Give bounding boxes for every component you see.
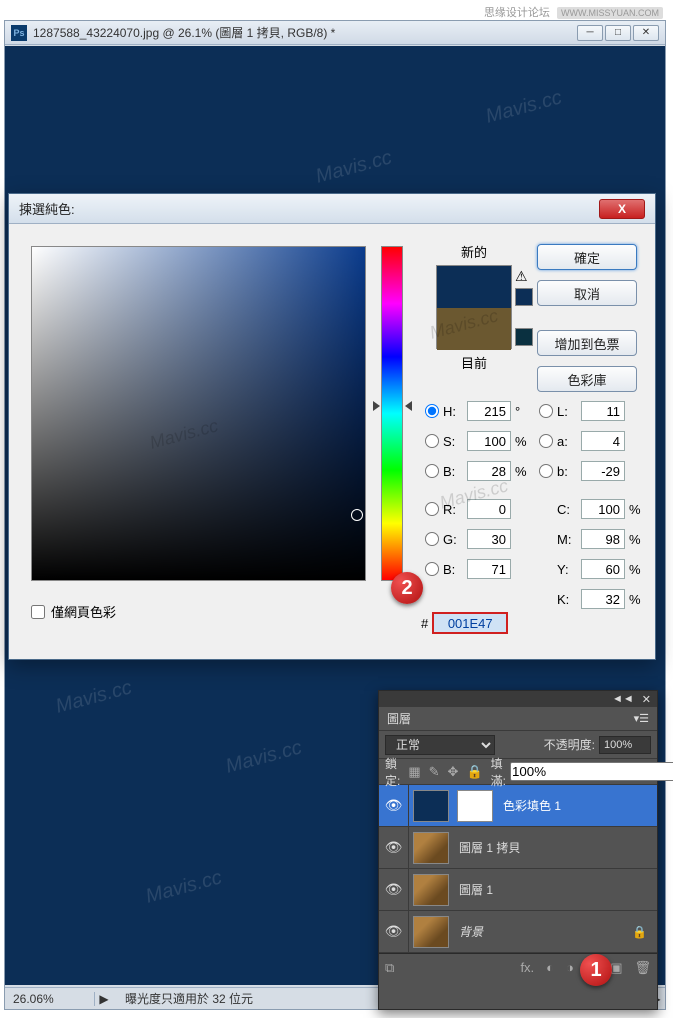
g-input[interactable] [467, 529, 511, 549]
hue-slider-handle-left[interactable] [373, 401, 380, 411]
a-radio[interactable] [539, 434, 553, 448]
visibility-toggle[interactable]: 👁 [379, 785, 409, 826]
a-input[interactable] [581, 431, 625, 451]
fill-input[interactable] [510, 762, 673, 781]
hex-row: # [421, 612, 508, 634]
dialog-title: 揀選純色: [19, 199, 75, 218]
layer-row[interactable]: 👁 圖層 1 [379, 869, 657, 911]
photoshop-icon: Ps [11, 25, 27, 41]
lock-position-icon[interactable]: ✥ [448, 764, 459, 780]
c-input[interactable] [581, 499, 625, 519]
h-input[interactable] [467, 401, 511, 421]
g-radio[interactable] [425, 532, 439, 546]
callout-badge-1: 1 [580, 954, 612, 986]
add-swatch-button[interactable]: 增加到色票 [537, 330, 637, 356]
callout-badge-2: 2 [391, 572, 423, 604]
web-only-checkbox[interactable] [31, 605, 45, 619]
web-only-row: 僅網頁色彩 [31, 602, 116, 621]
web-only-label: 僅網頁色彩 [51, 602, 116, 621]
fill-label: 填滿: [491, 755, 506, 789]
layer-name[interactable]: 圖層 1 拷貝 [453, 839, 657, 856]
k-input[interactable] [581, 589, 625, 609]
layer-row[interactable]: 👁 色彩填色 1 [379, 785, 657, 827]
websafe-swatch[interactable] [515, 328, 533, 346]
hue-slider[interactable] [381, 246, 403, 581]
panel-collapse-icon[interactable]: ◄◄ [612, 693, 634, 705]
lock-label: 鎖定: [385, 755, 400, 789]
ok-button[interactable]: 確定 [537, 244, 637, 270]
s-input[interactable] [467, 431, 511, 451]
new-layer-icon[interactable]: ▣ [610, 960, 622, 976]
layers-panel: ◄◄ ✕ 圖層 ▾☰ 正常 不透明度: 鎖定: ▦ ✎ ✥ 🔒 填滿: 👁 色彩… [378, 690, 658, 1010]
b-radio[interactable] [425, 464, 439, 478]
color-picker-dialog: 揀選純色: X 新的 目前 ⚠ 確定 取消 增加到色票 色彩庫 [8, 193, 656, 660]
link-layers-icon[interactable]: ⧉ [385, 960, 394, 976]
adjustment-layer-icon[interactable]: ◑ [566, 960, 574, 975]
lab-cmyk-values: L: a: b: C:% M:% Y:% K:% [539, 396, 649, 614]
gamut-swatch[interactable] [515, 288, 533, 306]
current-color-label: 目前 [427, 353, 521, 372]
opacity-input[interactable] [599, 736, 651, 754]
layer-thumbnail[interactable] [413, 874, 449, 906]
maximize-button[interactable]: □ [605, 25, 631, 41]
lab-b-input[interactable] [581, 461, 625, 481]
lock-transparency-icon[interactable]: ▦ [408, 764, 420, 780]
lock-pixels-icon[interactable]: ✎ [429, 764, 440, 780]
lock-all-icon[interactable]: 🔒 [466, 764, 482, 780]
close-window-button[interactable]: ✕ [633, 25, 659, 41]
m-input[interactable] [581, 529, 625, 549]
l-radio[interactable] [539, 404, 553, 418]
visibility-toggle[interactable]: 👁 [379, 827, 409, 868]
background-lock-icon: 🔒 [632, 925, 657, 939]
bb-input[interactable] [467, 559, 511, 579]
minimize-button[interactable]: ─ [577, 25, 603, 41]
layer-mask-thumbnail[interactable] [457, 790, 493, 822]
y-input[interactable] [581, 559, 625, 579]
window-title-bar: Ps 1287588_43224070.jpg @ 26.1% (圖層 1 拷貝… [5, 21, 665, 45]
hex-input[interactable] [432, 612, 508, 634]
panel-menu-icon[interactable]: ▾☰ [634, 712, 649, 725]
layer-mask-icon[interactable]: ◐ [546, 960, 554, 975]
panel-close-icon[interactable]: ✕ [642, 693, 651, 706]
layers-toolbar: ⧉ fx. ◐ ◑ ▭ ▣ 🗑 [379, 953, 657, 981]
status-arrow-left[interactable]: ▶ [95, 992, 113, 1006]
bb-radio[interactable] [425, 562, 439, 576]
delete-layer-icon[interactable]: 🗑 [634, 960, 651, 976]
visibility-toggle[interactable]: 👁 [379, 911, 409, 952]
layer-name[interactable]: 圖層 1 [453, 881, 657, 898]
layers-list: 👁 色彩填色 1 👁 圖層 1 拷貝 👁 圖層 1 👁 背景 🔒 [379, 785, 657, 953]
r-radio[interactable] [425, 502, 439, 516]
dialog-title-bar[interactable]: 揀選純色: X [9, 194, 655, 224]
layer-thumbnail[interactable] [413, 916, 449, 948]
zoom-level[interactable]: 26.06% [5, 992, 95, 1006]
lab-b-radio[interactable] [539, 464, 553, 478]
layer-row[interactable]: 👁 背景 🔒 [379, 911, 657, 953]
visibility-toggle[interactable]: 👁 [379, 869, 409, 910]
s-radio[interactable] [425, 434, 439, 448]
panel-tabs-bar: ◄◄ ✕ [379, 691, 657, 707]
new-color-swatch[interactable] [437, 266, 511, 308]
cancel-button[interactable]: 取消 [537, 280, 637, 306]
blend-mode-select[interactable]: 正常 [385, 735, 495, 755]
new-color-label: 新的 [427, 242, 521, 261]
layer-name[interactable]: 色彩填色 1 [497, 797, 657, 814]
layer-row[interactable]: 👁 圖層 1 拷貝 [379, 827, 657, 869]
color-field[interactable] [31, 246, 366, 581]
layer-thumbnail[interactable] [413, 790, 449, 822]
gamut-warning-icon[interactable]: ⚠ [515, 268, 528, 285]
h-radio[interactable] [425, 404, 439, 418]
color-preview-block: 新的 目前 [427, 242, 521, 372]
page-watermark: 思缘设计论坛 WWW.MISSYUAN.COM [484, 4, 663, 20]
l-input[interactable] [581, 401, 625, 421]
color-libraries-button[interactable]: 色彩庫 [537, 366, 637, 392]
dialog-close-button[interactable]: X [599, 199, 645, 219]
document-title: 1287588_43224070.jpg @ 26.1% (圖層 1 拷貝, R… [33, 24, 335, 41]
layer-name[interactable]: 背景 [453, 923, 632, 940]
opacity-label: 不透明度: [544, 736, 595, 753]
hue-slider-handle-right[interactable] [405, 401, 412, 411]
layers-tab[interactable]: 圖層 [387, 710, 411, 727]
color-picker-cursor[interactable] [351, 509, 363, 521]
layer-thumbnail[interactable] [413, 832, 449, 864]
layer-fx-icon[interactable]: fx. [520, 960, 534, 975]
